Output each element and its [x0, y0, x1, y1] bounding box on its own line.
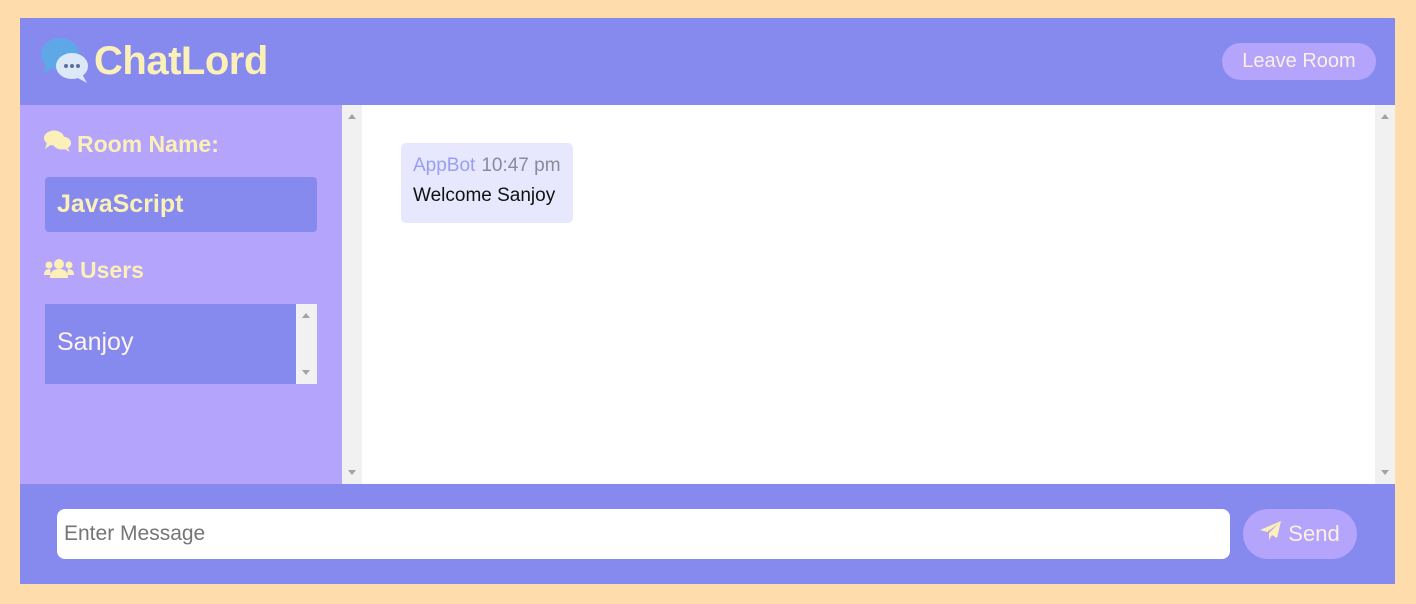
users-heading: Users — [44, 257, 144, 284]
users-label: Users — [80, 257, 144, 283]
sidebar: Room Name: JavaScript Users Sanjoy — [20, 105, 342, 484]
send-button[interactable]: Send — [1243, 509, 1357, 559]
users-list: Sanjoy — [45, 304, 296, 384]
leave-room-button[interactable]: Leave Room — [1222, 43, 1376, 80]
users-list-box[interactable]: Sanjoy — [45, 304, 317, 384]
message-meta: AppBot 10:47 pm — [413, 155, 561, 177]
message-input[interactable] — [57, 509, 1230, 559]
room-name-label: Room Name: — [77, 130, 219, 157]
app-title: ChatLord — [94, 38, 268, 83]
chat-messages-area: AppBot 10:47 pm Welcome Sanjoy — [342, 105, 1395, 484]
header: ChatLord Leave Room — [20, 18, 1395, 105]
user-item: Sanjoy — [57, 328, 134, 356]
room-name-value: JavaScript — [45, 177, 317, 232]
scroll-down-arrow-icon[interactable] — [348, 470, 356, 475]
message-footer: Send — [20, 484, 1395, 584]
message-text: Welcome Sanjoy — [413, 185, 556, 206]
chat-app: ChatLord Leave Room Room Name: JavaScrip… — [20, 18, 1395, 584]
send-label: Send — [1288, 521, 1340, 546]
scroll-down-arrow-icon[interactable] — [1381, 470, 1389, 475]
paper-plane-icon — [1260, 521, 1288, 547]
comments-icon — [44, 130, 77, 158]
left-scrollbar[interactable] — [342, 105, 362, 484]
scroll-down-arrow-icon[interactable] — [302, 370, 310, 375]
message-time: 10:47 pm — [481, 155, 561, 176]
users-icon — [44, 257, 80, 284]
scroll-up-arrow-icon[interactable] — [348, 114, 356, 119]
message-author: AppBot — [413, 155, 476, 176]
message: AppBot 10:47 pm Welcome Sanjoy — [401, 143, 573, 223]
logo: ChatLord — [40, 36, 268, 86]
room-name-heading: Room Name: — [44, 130, 219, 158]
scroll-up-arrow-icon[interactable] — [302, 313, 310, 318]
users-scrollbar[interactable] — [296, 304, 317, 384]
chat-bubbles-icon — [40, 36, 90, 86]
right-scrollbar[interactable] — [1375, 105, 1395, 484]
scroll-up-arrow-icon[interactable] — [1381, 114, 1389, 119]
